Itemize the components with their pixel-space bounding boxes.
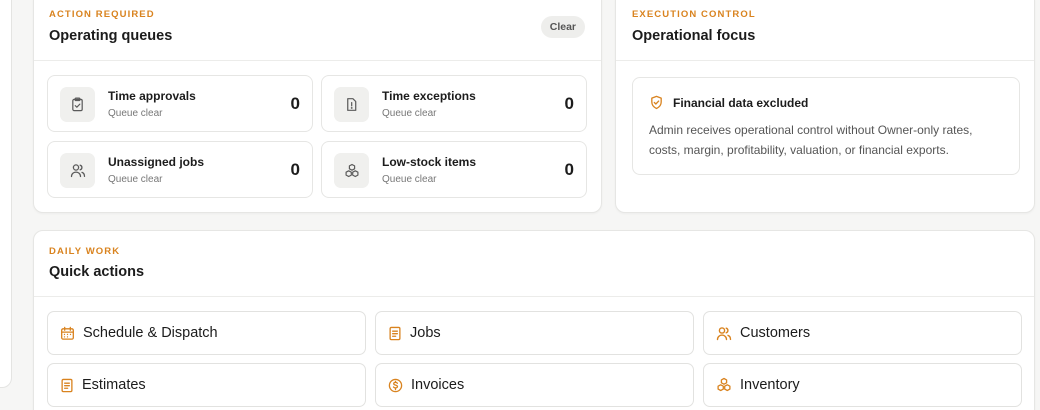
alert-file-icon bbox=[334, 87, 369, 122]
calendar-icon bbox=[61, 326, 74, 340]
operating-queues-card: ACTION REQUIRED Operating queues Clear T… bbox=[33, 0, 602, 213]
document-icon bbox=[389, 326, 401, 340]
clipboard-check-icon bbox=[60, 87, 95, 122]
quick-eyebrow: DAILY WORK bbox=[49, 246, 121, 257]
action-label: Inventory bbox=[740, 377, 800, 393]
action-label: Jobs bbox=[410, 325, 441, 341]
card-header: EXECUTION CONTROL Operational focus bbox=[616, 0, 1034, 61]
queue-tile-time-exceptions[interactable]: Time exceptions Queue clear 0 bbox=[321, 75, 587, 132]
card-header: ACTION REQUIRED Operating queues Clear bbox=[34, 0, 601, 61]
operational-focus-card: EXECUTION CONTROL Operational focus Fina… bbox=[615, 0, 1035, 213]
document-icon bbox=[61, 378, 73, 392]
users-icon bbox=[60, 153, 95, 188]
focus-eyebrow: EXECUTION CONTROL bbox=[632, 9, 756, 20]
queues-title: Operating queues bbox=[49, 28, 173, 44]
queue-label: Unassigned jobs bbox=[108, 155, 205, 169]
queue-status: Queue clear bbox=[108, 108, 163, 119]
notice-body: Admin receives operational control witho… bbox=[649, 123, 973, 157]
queue-label: Time exceptions bbox=[382, 89, 476, 103]
action-schedule-dispatch[interactable]: Schedule & Dispatch bbox=[47, 311, 366, 355]
queue-tile-low-stock-items[interactable]: Low-stock items Queue clear 0 bbox=[321, 141, 587, 198]
queue-count: 0 bbox=[290, 94, 300, 113]
queue-label: Low-stock items bbox=[382, 155, 477, 169]
action-label: Estimates bbox=[82, 377, 146, 393]
notice-title: Financial data excluded bbox=[673, 96, 809, 110]
queue-status: Queue clear bbox=[108, 174, 163, 185]
queue-label: Time approvals bbox=[108, 89, 196, 103]
dashboard: ACTION REQUIRED Operating queues Clear T… bbox=[0, 0, 1040, 410]
queue-count: 0 bbox=[564, 94, 574, 113]
financial-notice: Financial data excluded Admin receives o… bbox=[632, 77, 1020, 175]
quick-actions-card: DAILY WORK Quick actions Schedule & Disp… bbox=[33, 230, 1035, 410]
queue-tile-time-approvals[interactable]: Time approvals Queue clear 0 bbox=[47, 75, 313, 132]
action-customers[interactable]: Customers bbox=[703, 311, 1022, 355]
action-label: Schedule & Dispatch bbox=[83, 325, 218, 341]
queue-count: 0 bbox=[564, 160, 574, 179]
boxes-icon bbox=[717, 377, 731, 392]
queues-eyebrow: ACTION REQUIRED bbox=[49, 9, 155, 20]
action-estimates[interactable]: Estimates bbox=[47, 363, 366, 407]
queue-count: 0 bbox=[290, 160, 300, 179]
clear-button[interactable]: Clear bbox=[540, 16, 585, 38]
queue-status: Queue clear bbox=[382, 108, 437, 119]
queue-tile-unassigned-jobs[interactable]: Unassigned jobs Queue clear 0 bbox=[47, 141, 313, 198]
users-icon bbox=[716, 326, 732, 340]
action-inventory[interactable]: Inventory bbox=[703, 363, 1022, 407]
action-invoices[interactable]: Invoices bbox=[375, 363, 694, 407]
action-label: Invoices bbox=[411, 377, 465, 393]
dollar-circle-icon bbox=[388, 378, 403, 392]
action-label: Customers bbox=[740, 325, 811, 341]
boxes-icon bbox=[334, 153, 369, 188]
action-jobs[interactable]: Jobs bbox=[375, 311, 694, 355]
quick-title: Quick actions bbox=[49, 264, 145, 280]
sidebar-panel-edge bbox=[0, 0, 12, 388]
focus-title: Operational focus bbox=[632, 28, 756, 44]
shield-check-icon bbox=[649, 95, 664, 115]
queue-status: Queue clear bbox=[382, 174, 437, 185]
card-header: DAILY WORK Quick actions bbox=[34, 231, 1034, 297]
